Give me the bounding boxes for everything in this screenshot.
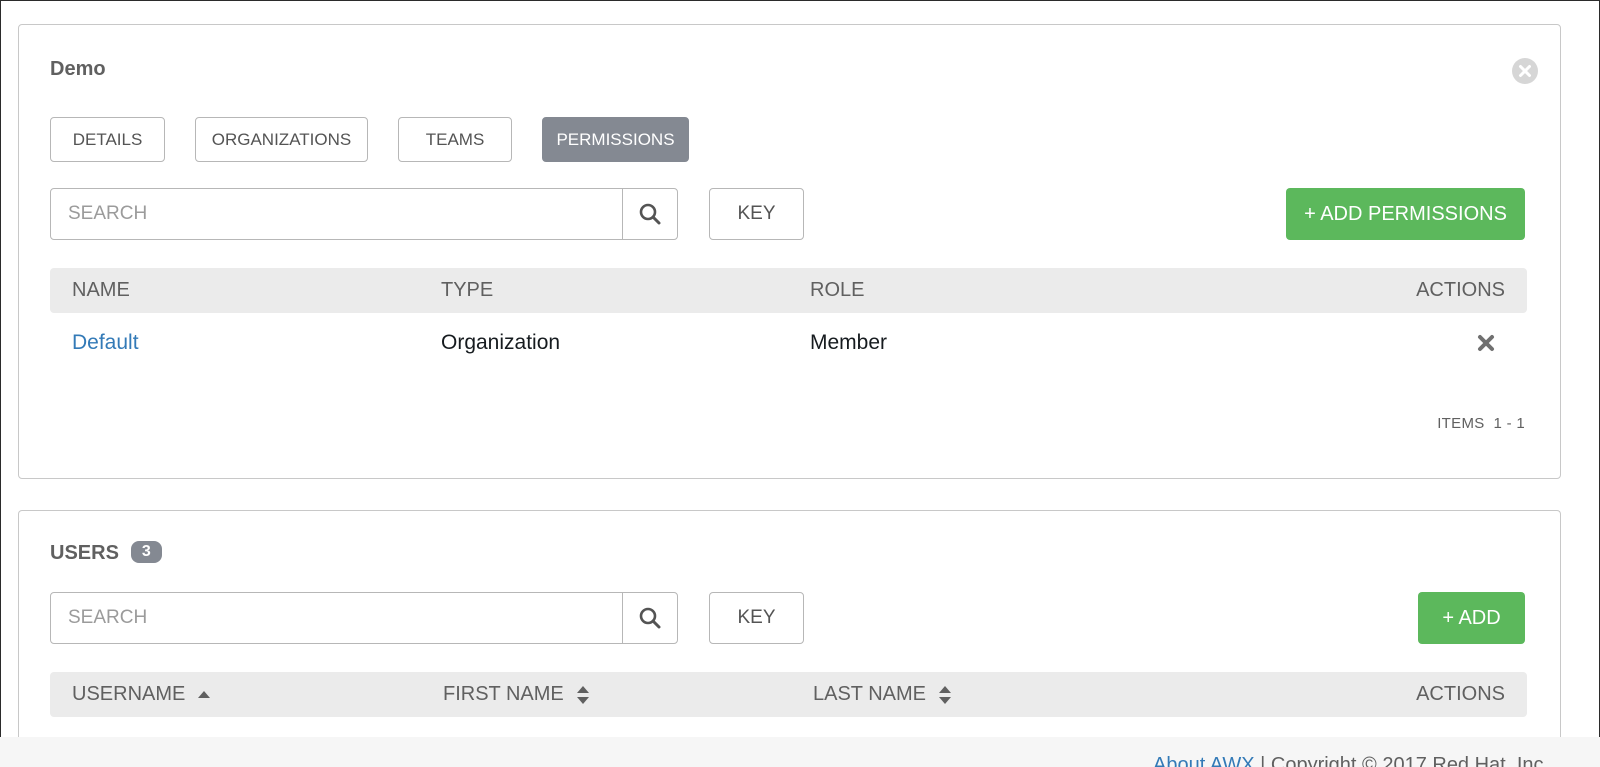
column-header-name: NAME (72, 279, 130, 301)
copyright-text: Copyright © 2017 Red Hat, Inc. (1270, 754, 1550, 767)
items-range: 1 - 1 (1493, 415, 1525, 432)
last-name-header-label: LAST NAME (813, 683, 926, 705)
search-icon (639, 607, 661, 629)
close-icon[interactable] (1512, 58, 1538, 84)
tab-permissions[interactable]: PERMISSIONS (542, 117, 689, 162)
permission-role: Member (810, 331, 888, 354)
column-header-actions: ACTIONS (1416, 683, 1505, 705)
permission-type: Organization (441, 331, 561, 354)
permissions-table-header: NAME TYPE ROLE ACTIONS (50, 268, 1527, 313)
permissions-key-button[interactable]: KEY (709, 188, 804, 240)
search-icon (639, 203, 661, 225)
add-permissions-button[interactable]: + ADD PERMISSIONS (1286, 188, 1525, 240)
tab-teams[interactable]: TEAMS (398, 117, 512, 162)
users-count-badge: 3 (130, 541, 162, 563)
users-panel: USERS 3 KEY + ADD USERNAME FIRST NAME LAS… (18, 510, 1561, 760)
users-search-input[interactable] (51, 593, 622, 643)
footer-separator: | (1260, 754, 1266, 767)
tab-bar: DETAILS ORGANIZATIONS TEAMS PERMISSIONS (50, 117, 719, 162)
remove-permission-icon[interactable] (1477, 334, 1495, 352)
sort-ascending-icon (197, 690, 211, 700)
column-header-first-name[interactable]: FIRST NAME (443, 672, 590, 717)
users-title: USERS (50, 542, 119, 564)
tab-details[interactable]: DETAILS (50, 117, 165, 162)
users-search-box (50, 592, 678, 644)
users-search-button[interactable] (622, 593, 677, 643)
column-header-last-name[interactable]: LAST NAME (813, 672, 952, 717)
users-table-header: USERNAME FIRST NAME LAST NAME ACTIONS (50, 672, 1527, 717)
demo-panel: Demo DETAILS ORGANIZATIONS TEAMS PERMISS… (18, 24, 1561, 479)
sort-icon (938, 685, 952, 705)
tab-organizations[interactable]: ORGANIZATIONS (195, 117, 368, 162)
permission-name-link[interactable]: Default (72, 312, 139, 374)
column-header-actions: ACTIONS (1416, 279, 1505, 301)
username-header-label: USERNAME (72, 683, 186, 705)
first-name-header-label: FIRST NAME (443, 683, 564, 705)
panel-title: Demo (50, 58, 106, 80)
items-label: ITEMS (1437, 415, 1485, 432)
table-row: Default Organization Member (50, 312, 1527, 374)
column-header-username[interactable]: USERNAME (72, 672, 211, 717)
column-header-type: TYPE (441, 279, 494, 301)
users-key-button[interactable]: KEY (709, 592, 804, 644)
permissions-search-box (50, 188, 678, 240)
permissions-search-button[interactable] (622, 189, 677, 239)
permissions-search-input[interactable] (51, 189, 622, 239)
sort-icon (576, 685, 590, 705)
footer: About AWX | Copyright © 2017 Red Hat, In… (0, 737, 1600, 767)
panel-title: USERS 3 (50, 541, 162, 565)
items-count: ITEMS 1 - 1 (1437, 415, 1525, 432)
column-header-role: ROLE (810, 279, 865, 301)
about-awx-link[interactable]: About AWX (1153, 754, 1255, 767)
add-user-button[interactable]: + ADD (1418, 592, 1525, 644)
